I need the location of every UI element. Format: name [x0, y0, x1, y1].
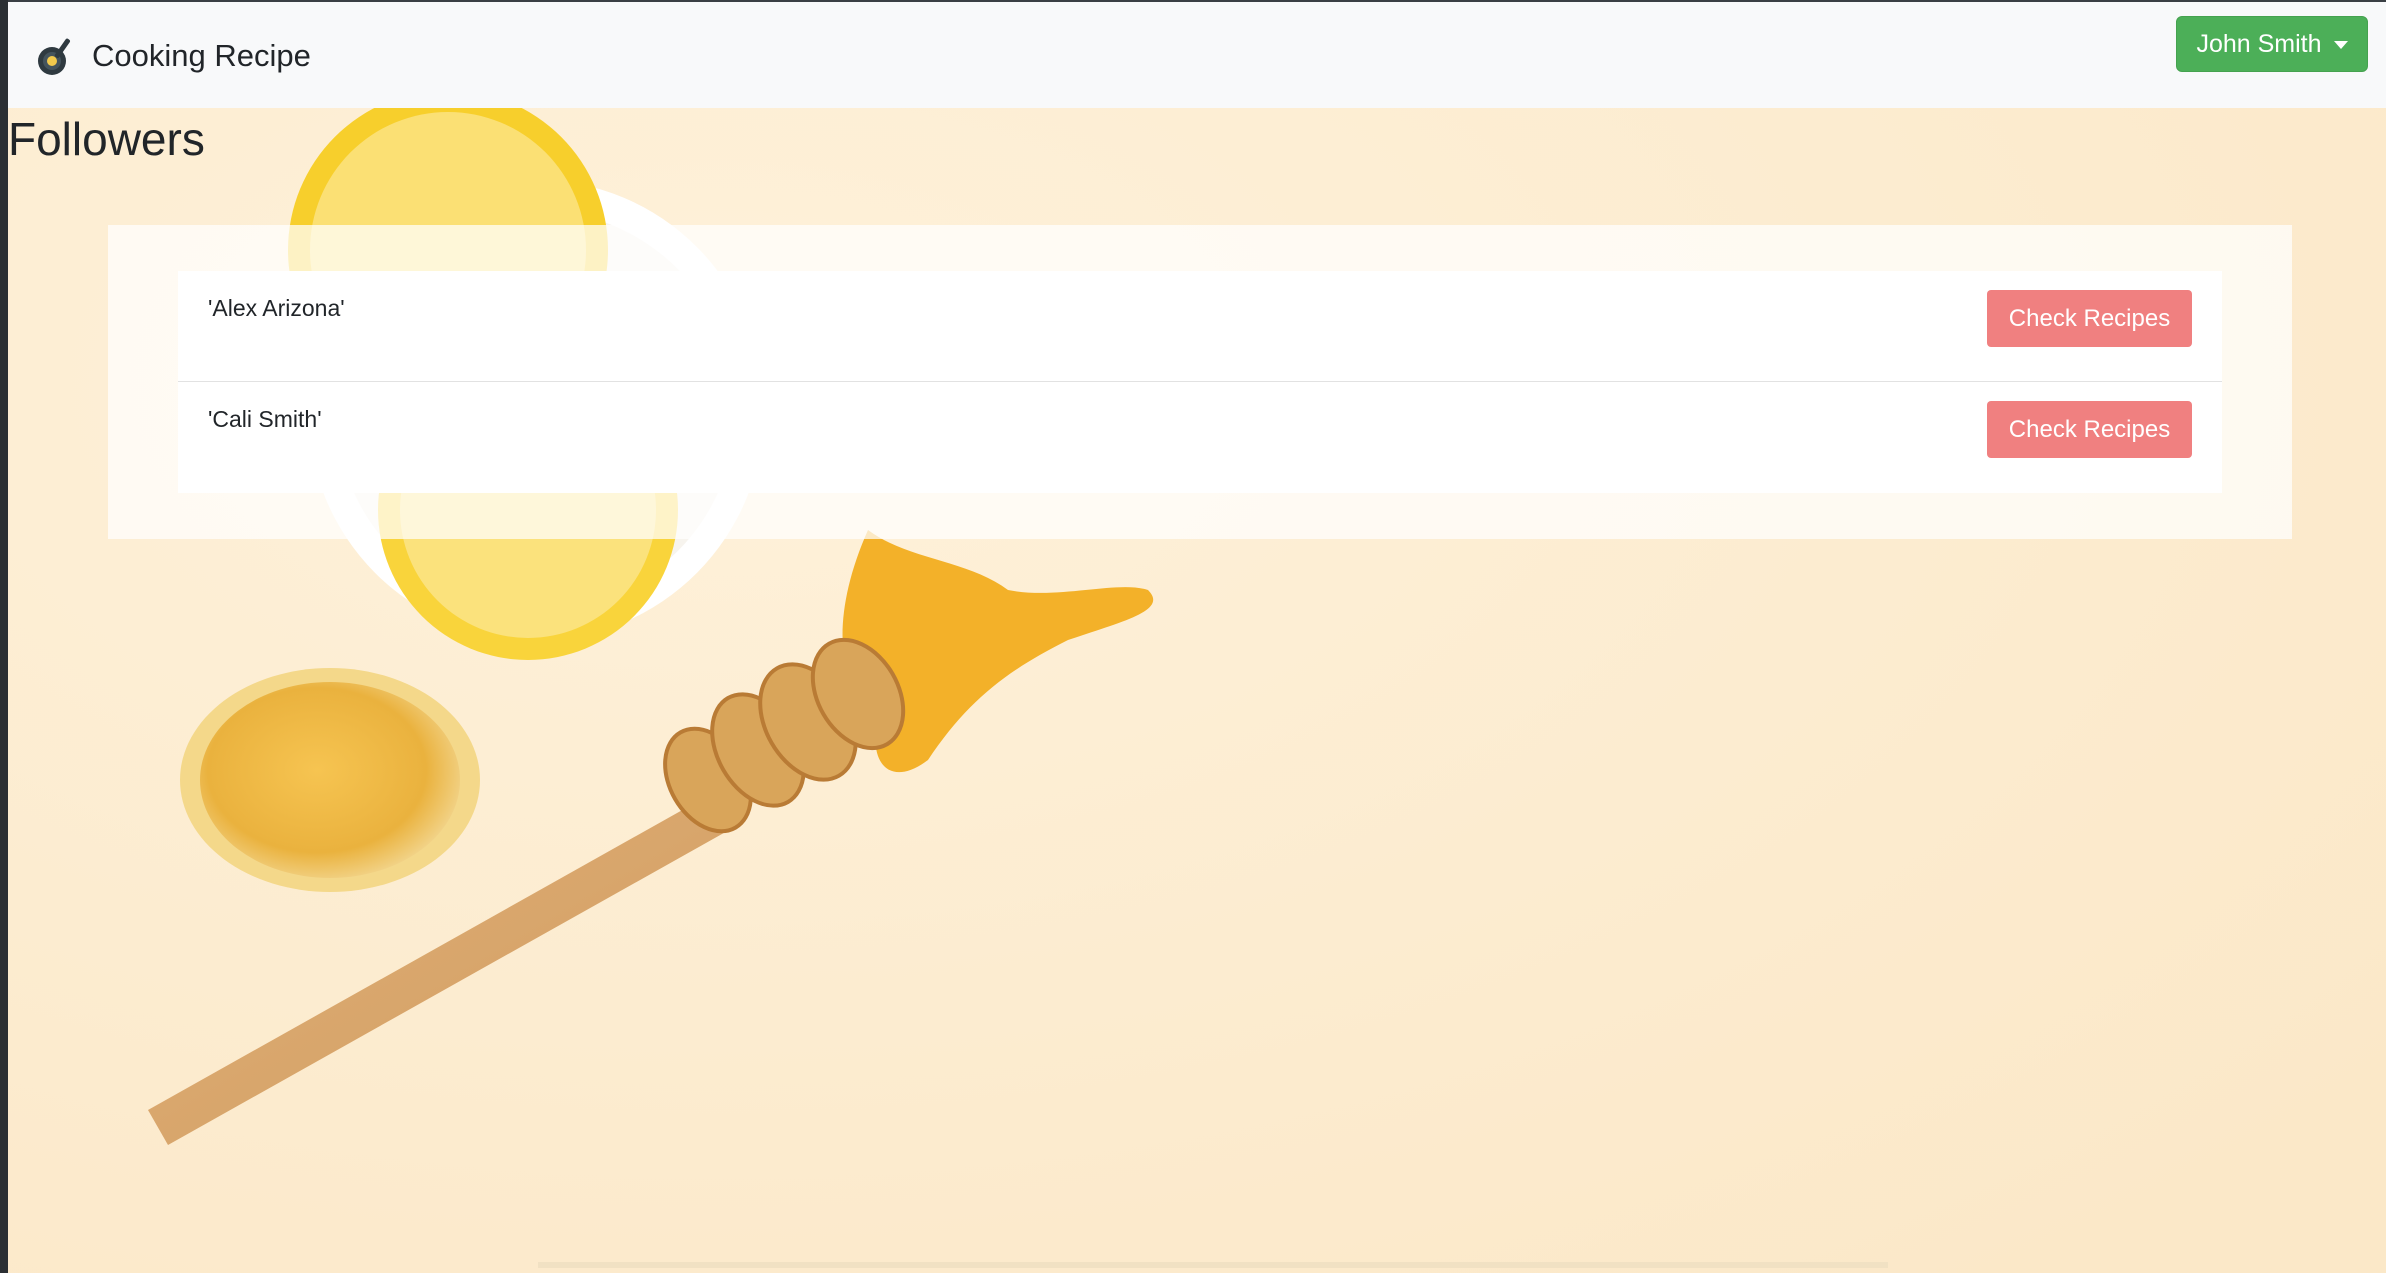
- page-title: Followers: [8, 113, 205, 165]
- navbar: Cooking Recipe John Smith: [8, 0, 2386, 108]
- bottom-strip: [0, 1273, 2386, 1280]
- list-item: 'Alex Arizona' Check Recipes: [178, 271, 2222, 382]
- caret-down-icon: [2333, 41, 2348, 49]
- check-recipes-button[interactable]: Check Recipes: [1987, 290, 2192, 347]
- follower-name: 'Cali Smith': [208, 406, 322, 432]
- follower-name: 'Alex Arizona': [208, 295, 345, 321]
- frying-pan-icon: [38, 38, 70, 75]
- user-menu-label: John Smith: [2196, 29, 2322, 58]
- followers-card: 'Alex Arizona' Check Recipes 'Cali Smith…: [108, 225, 2292, 539]
- brand[interactable]: Cooking Recipe: [32, 30, 311, 82]
- page: Cooking Recipe John Smith Followers 'Ale…: [8, 0, 2386, 1273]
- check-recipes-button[interactable]: Check Recipes: [1987, 401, 2192, 458]
- honey-lemon-background-image: [8, 0, 2386, 1273]
- followers-list: 'Alex Arizona' Check Recipes 'Cali Smith…: [178, 271, 2222, 493]
- list-item: 'Cali Smith' Check Recipes: [178, 382, 2222, 493]
- brand-label: Cooking Recipe: [92, 38, 311, 73]
- window-left-edge: [0, 0, 8, 1273]
- user-menu-button[interactable]: John Smith: [2176, 16, 2368, 72]
